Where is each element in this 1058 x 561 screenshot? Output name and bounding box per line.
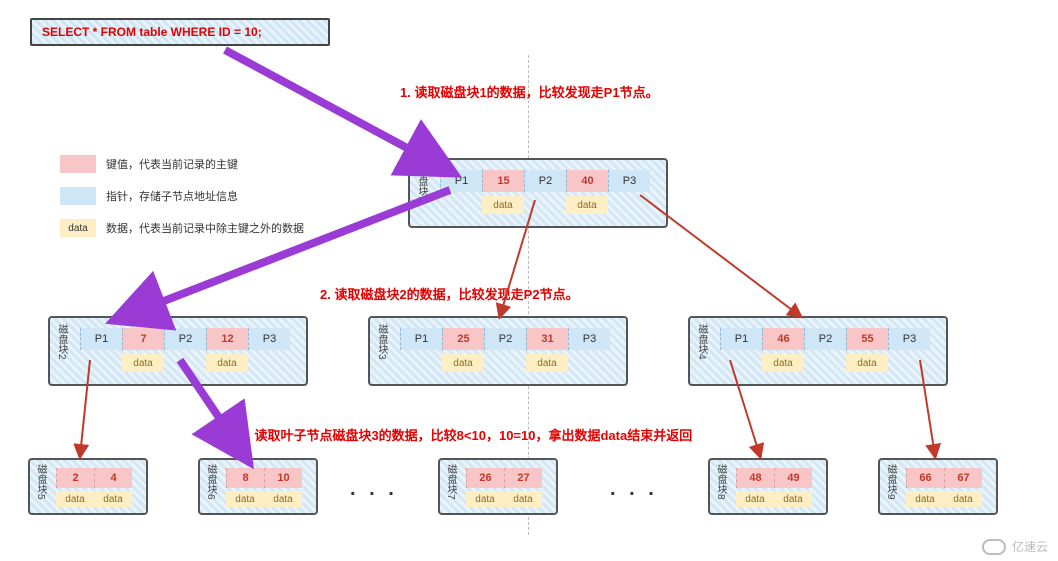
legend-row-key: 键值，代表当前记录的主键 — [60, 155, 360, 173]
cell: P1 — [720, 328, 762, 350]
data-cell: data — [846, 354, 888, 372]
annotation-step1: 1. 读取磁盘块1的数据，比较发现走P1节点。 — [400, 82, 659, 101]
data-cell: data — [906, 491, 944, 507]
cell-p2: P2 — [524, 170, 566, 192]
swatch-key — [60, 155, 96, 173]
data-cell: data — [206, 354, 248, 372]
cell-p1: P1 — [440, 170, 482, 192]
watermark-text: 亿速云 — [1012, 538, 1048, 555]
cell: 25 — [442, 328, 484, 350]
cell: 7 — [122, 328, 164, 350]
data-cell: data — [56, 491, 94, 507]
data-cell: data — [466, 491, 504, 507]
block-label-8: 磁盘块8 — [713, 464, 728, 500]
ellipsis: . . . — [610, 478, 658, 501]
cell: 26 — [466, 468, 504, 488]
disk-block-9: 磁盘块9 6667 datadata — [878, 458, 998, 515]
block-label-5: 磁盘块5 — [33, 464, 48, 500]
legend-text-ptr: 指针，存储子节点地址信息 — [106, 188, 238, 204]
data-cell: data — [504, 491, 542, 507]
cell: P2 — [164, 328, 206, 350]
legend-row-ptr: 指针，存储子节点地址信息 — [60, 187, 360, 205]
cell: P3 — [888, 328, 930, 350]
cell: P3 — [248, 328, 290, 350]
legend: 键值，代表当前记录的主键 指针，存储子节点地址信息 data 数据，代表当前记录… — [60, 155, 360, 251]
data-cell: data — [774, 491, 812, 507]
cell-p3: P3 — [608, 170, 650, 192]
data-cell: data — [762, 354, 804, 372]
cell: 46 — [762, 328, 804, 350]
cell: 67 — [944, 468, 982, 488]
cell: 55 — [846, 328, 888, 350]
cloud-icon — [982, 539, 1006, 555]
ellipsis: . . . — [350, 478, 398, 501]
cell: P2 — [484, 328, 526, 350]
data-cell: data — [442, 354, 484, 372]
cell: 8 — [226, 468, 264, 488]
block-label-3: 磁盘块3 — [374, 324, 389, 360]
data-cell: data — [566, 196, 608, 214]
annotation-step2: 2. 读取磁盘块2的数据，比较发现走P2节点。 — [320, 284, 579, 303]
cell: 12 — [206, 328, 248, 350]
data-cell: data — [226, 491, 264, 507]
cell: 4 — [94, 468, 132, 488]
swatch-data: data — [60, 219, 96, 237]
data-cell: data — [482, 196, 524, 214]
cell: P3 — [568, 328, 610, 350]
data-cell: data — [264, 491, 302, 507]
data-cell: data — [94, 491, 132, 507]
block-label-7: 磁盘块7 — [443, 464, 458, 500]
swatch-ptr — [60, 187, 96, 205]
disk-block-8: 磁盘块8 4849 datadata — [708, 458, 828, 515]
cell: 49 — [774, 468, 812, 488]
block1-datarow: data data — [440, 196, 650, 214]
cell: 66 — [906, 468, 944, 488]
cell: 10 — [264, 468, 302, 488]
cell-k40: 40 — [566, 170, 608, 192]
legend-row-data: data 数据，代表当前记录中除主键之外的数据 — [60, 219, 360, 237]
cell: 27 — [504, 468, 542, 488]
annotation-step3: 3. 读取叶子节点磁盘块3的数据，比较8<10，10=10，拿出数据data结束… — [240, 425, 692, 444]
cell-k15: 15 — [482, 170, 524, 192]
data-cell: data — [122, 354, 164, 372]
data-cell: data — [736, 491, 774, 507]
disk-block-3: 磁盘块3 P1 25 P2 31 P3 data data — [368, 316, 628, 386]
disk-block-1: 磁盘块1 P1 15 P2 40 P3 data data — [408, 158, 668, 228]
disk-block-5: 磁盘块5 24 datadata — [28, 458, 148, 515]
disk-block-4: 磁盘块4 P1 46 P2 55 P3 data data — [688, 316, 948, 386]
legend-text-data: 数据，代表当前记录中除主键之外的数据 — [106, 220, 304, 236]
disk-block-7: 磁盘块7 2627 datadata — [438, 458, 558, 515]
disk-block-6: 磁盘块6 810 datadata — [198, 458, 318, 515]
data-cell: data — [944, 491, 982, 507]
sql-text: SELECT * FROM table WHERE ID = 10; — [42, 25, 262, 39]
sql-query-box: SELECT * FROM table WHERE ID = 10; — [30, 18, 330, 46]
cell: P2 — [804, 328, 846, 350]
block-label-2: 磁盘块2 — [54, 324, 69, 360]
block-label-1: 磁盘块1 — [414, 166, 429, 202]
data-cell: data — [526, 354, 568, 372]
cell: 2 — [56, 468, 94, 488]
block-label-4: 磁盘块4 — [694, 324, 709, 360]
cell: P1 — [80, 328, 122, 350]
block-label-9: 磁盘块9 — [883, 464, 898, 500]
watermark: 亿速云 — [982, 538, 1048, 555]
cell: 31 — [526, 328, 568, 350]
cell: 48 — [736, 468, 774, 488]
block-label-6: 磁盘块6 — [203, 464, 218, 500]
block1-cells: P1 15 P2 40 P3 — [440, 170, 650, 192]
cell: P1 — [400, 328, 442, 350]
disk-block-2: 磁盘块2 P1 7 P2 12 P3 data data — [48, 316, 308, 386]
legend-text-key: 键值，代表当前记录的主键 — [106, 156, 238, 172]
